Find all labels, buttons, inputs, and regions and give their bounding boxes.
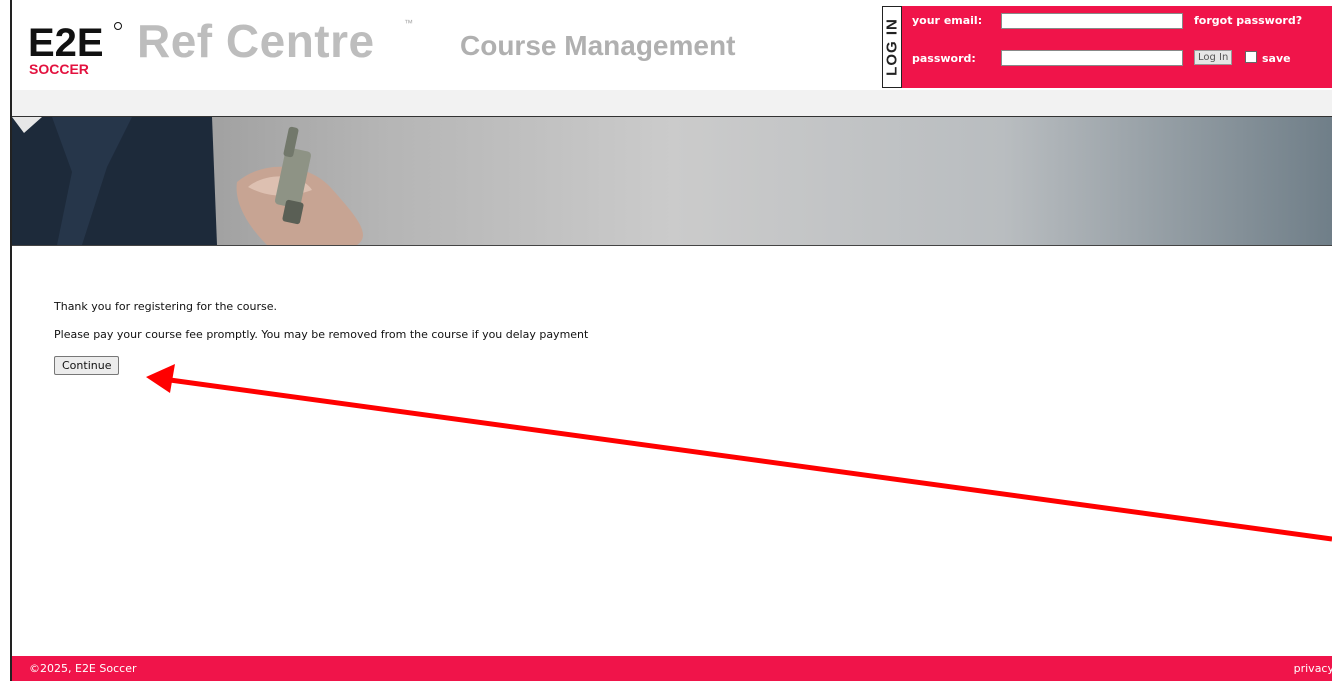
privacy-link[interactable]: privacy: [1294, 662, 1332, 675]
logo-text-bottom: SOCCER: [29, 61, 89, 76]
whistle-hand-image: [12, 117, 363, 245]
trademark-mark: ™: [404, 18, 413, 28]
page: E2E SOCCER Ref Centre ™ Course Managemen…: [10, 0, 1332, 681]
password-input[interactable]: [1001, 50, 1183, 66]
copyright-text: ©2025, E2E Soccer: [29, 662, 137, 675]
login-button[interactable]: Log In: [1194, 50, 1233, 65]
hero-banner: [12, 117, 1332, 246]
login-panel: LOG IN your email: forgot password? pass…: [882, 6, 1332, 88]
payment-notice: Please pay your course fee promptly. You…: [54, 328, 589, 341]
forgot-password-link[interactable]: forgot password?: [1194, 14, 1302, 27]
site-subtitle: Course Management: [460, 30, 736, 61]
login-tab-label: LOG IN: [883, 18, 901, 76]
login-tab: LOG IN: [882, 6, 902, 88]
password-label: password:: [912, 52, 976, 65]
site-brand-title: Ref Centre: [137, 15, 375, 67]
email-label: your email:: [912, 14, 983, 27]
logo-text-top: E2E: [28, 21, 104, 65]
email-input[interactable]: [1001, 13, 1183, 29]
nav-bar: [12, 90, 1332, 117]
e2e-soccer-logo[interactable]: E2E SOCCER: [26, 20, 126, 76]
thank-you-message: Thank you for registering for the course…: [54, 300, 277, 313]
save-label: save: [1262, 52, 1291, 65]
confirmation-content: Thank you for registering for the course…: [54, 300, 588, 375]
continue-button[interactable]: Continue: [54, 356, 120, 375]
site-footer: ©2025, E2E Soccer privacy: [12, 656, 1332, 681]
save-checkbox[interactable]: [1245, 51, 1257, 63]
